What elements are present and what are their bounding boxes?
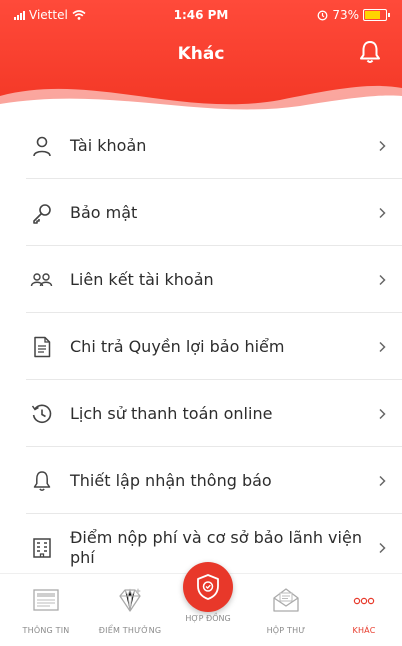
more-icon <box>353 597 375 605</box>
building-icon <box>30 536 54 560</box>
key-icon <box>30 201 54 225</box>
tab-bar: THÔNG TIN ĐIỂM THƯỞNG HỢP ĐỒNG HỘP THƯ K… <box>0 562 402 646</box>
menu-item-link-accounts[interactable]: Liên kết tài khoản <box>0 246 402 313</box>
tab-label: KHÁC <box>352 626 376 635</box>
document-icon <box>30 335 54 359</box>
history-icon <box>30 402 54 426</box>
header: Viettel 1:46 PM 73% Khác <box>0 0 402 118</box>
mail-icon <box>273 588 299 612</box>
news-icon <box>33 589 59 611</box>
tab-label: ĐIỂM THƯỞNG <box>98 626 162 635</box>
chevron-right-icon <box>379 140 386 151</box>
menu-item-label: Chi trả Quyền lợi bảo hiểm <box>70 336 285 356</box>
battery-percent: 73% <box>332 8 359 22</box>
diamond-icon <box>119 588 141 612</box>
menu-item-security[interactable]: Bảo mật <box>0 179 402 246</box>
tab-mailbox[interactable]: HỘP THƯ <box>246 584 326 635</box>
tab-label: THÔNG TIN <box>22 626 70 635</box>
menu-item-label: Bảo mật <box>70 202 138 222</box>
chevron-right-icon <box>379 542 386 553</box>
page-title: Khác <box>177 44 225 64</box>
status-bar: Viettel 1:46 PM 73% <box>0 6 402 24</box>
menu-item-label: Tài khoản <box>70 135 147 155</box>
battery: 73% <box>317 8 390 22</box>
chevron-right-icon <box>379 207 386 218</box>
menu-item-account[interactable]: Tài khoản <box>0 112 402 179</box>
tab-rewards[interactable]: ĐIỂM THƯỞNG <box>90 584 170 635</box>
menu-item-payment-history[interactable]: Lịch sử thanh toán online <box>0 380 402 447</box>
tab-contract[interactable] <box>183 562 233 612</box>
link-accounts-icon <box>30 268 54 292</box>
chevron-right-icon <box>379 274 386 285</box>
menu-item-notification-settings[interactable]: Thiết lập nhận thông báo <box>0 447 402 514</box>
battery-icon <box>363 9 387 21</box>
tab-label: HỢP ĐỒNG <box>185 614 231 623</box>
menu-list: Tài khoản Bảo mật Liên kết tài khoản Chi… <box>0 112 402 581</box>
bell-icon[interactable] <box>356 38 384 66</box>
tab-more[interactable]: KHÁC <box>324 584 402 635</box>
bell-icon <box>30 469 54 493</box>
contract-shield-icon <box>197 574 219 600</box>
menu-item-label: Lịch sử thanh toán online <box>70 403 273 423</box>
menu-item-label: Thiết lập nhận thông báo <box>70 470 272 490</box>
chevron-right-icon <box>379 408 386 419</box>
menu-item-label: Điểm nộp phí và cơ sở bảo lãnh viện phí <box>70 527 362 567</box>
user-icon <box>30 134 54 158</box>
menu-item-label: Liên kết tài khoản <box>70 269 214 289</box>
tab-label: HỘP THƯ <box>266 626 306 635</box>
chevron-right-icon <box>379 341 386 352</box>
chevron-right-icon <box>379 475 386 486</box>
alarm-icon <box>317 10 328 20</box>
tab-news[interactable]: THÔNG TIN <box>6 584 86 635</box>
menu-item-insurance-payout[interactable]: Chi trả Quyền lợi bảo hiểm <box>0 313 402 380</box>
